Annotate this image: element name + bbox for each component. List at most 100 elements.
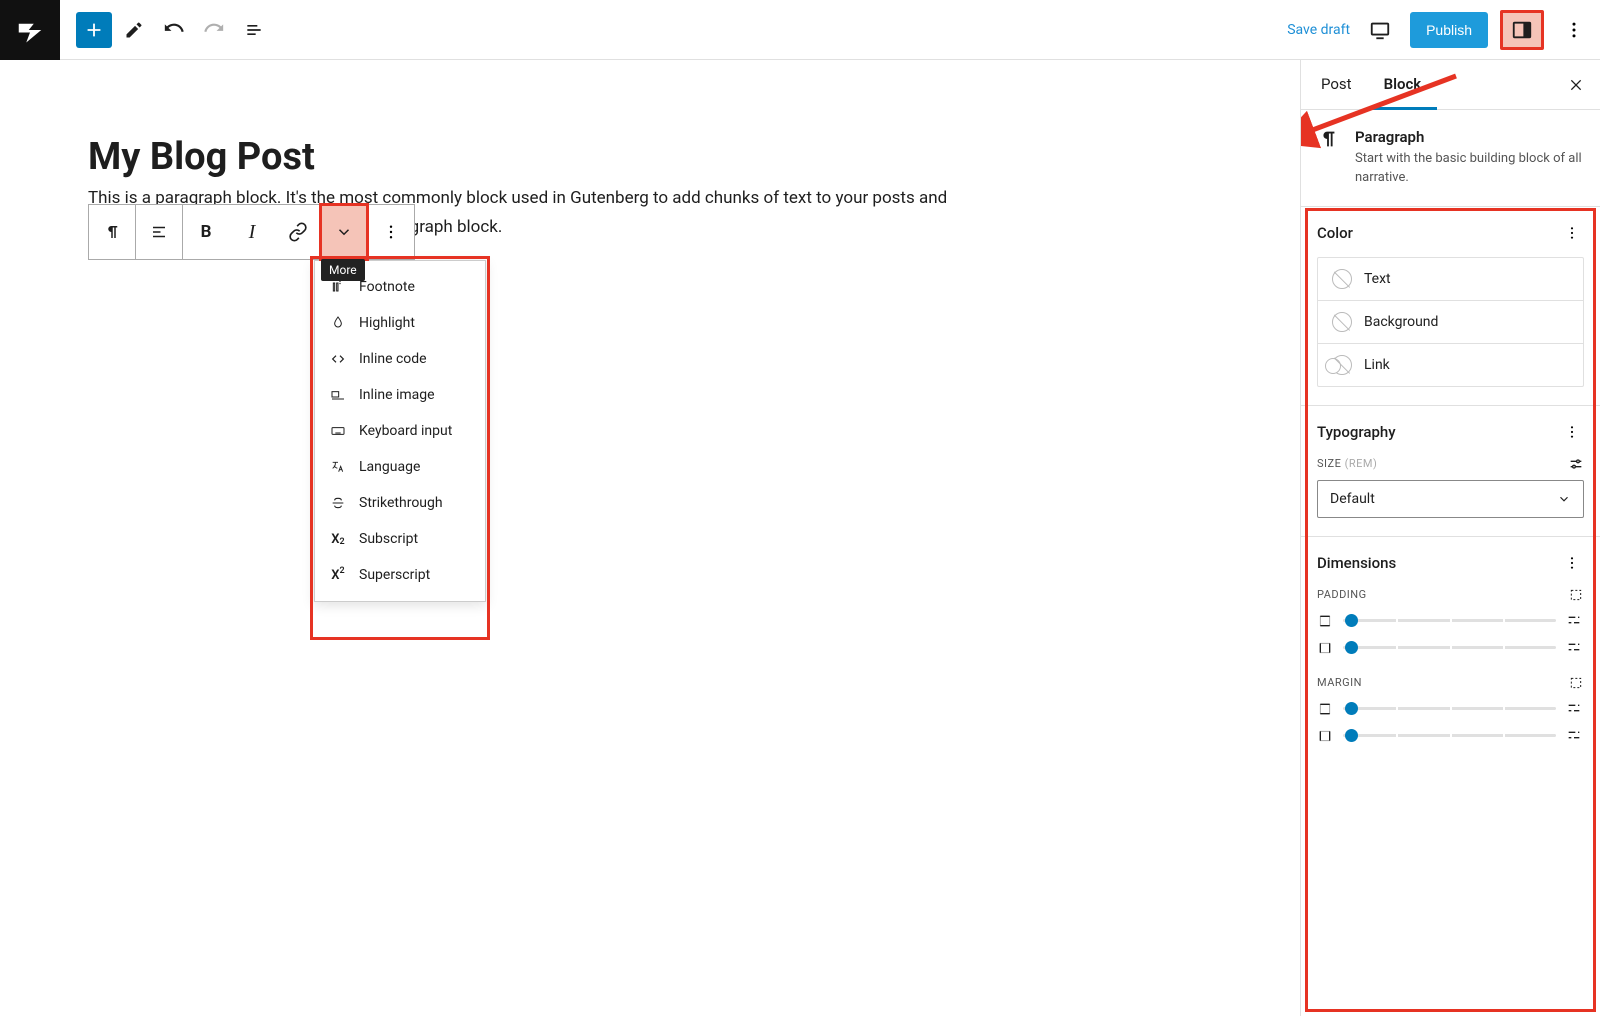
padding-vertical-slider[interactable]: [1343, 614, 1556, 628]
color-row-link[interactable]: Link: [1318, 344, 1583, 386]
pencil-icon: [124, 20, 144, 40]
menu-item-keyboard-input[interactable]: Keyboard input: [315, 413, 485, 449]
panel-color: Color Text Background: [1301, 206, 1600, 405]
settings-sidebar: Post Block Paragraph Start with the basi…: [1300, 60, 1600, 1016]
edit-mode-button[interactable]: [116, 12, 152, 48]
save-draft-link[interactable]: Save draft: [1287, 22, 1350, 38]
set-custom-button[interactable]: [1566, 727, 1584, 745]
subscript-icon: X2: [329, 530, 347, 548]
kebab-icon: [1564, 20, 1584, 40]
redo-button[interactable]: [196, 12, 232, 48]
padding-label: PADDING: [1317, 588, 1367, 601]
chevron-down-icon: [335, 223, 353, 241]
code-icon: [329, 350, 347, 368]
padding-horizontal-slider[interactable]: [1343, 641, 1556, 655]
close-sidebar-button[interactable]: [1556, 77, 1596, 93]
menu-item-label: Keyboard input: [359, 423, 452, 439]
block-description: Start with the basic building block of a…: [1355, 150, 1584, 188]
menu-item-label: Language: [359, 459, 420, 475]
color-row-background[interactable]: Background: [1318, 301, 1583, 344]
menu-item-highlight[interactable]: Highlight: [315, 305, 485, 341]
menu-item-language[interactable]: Language: [315, 449, 485, 485]
panel-typography: Typography SIZE (REM) Default: [1301, 405, 1600, 536]
site-logo[interactable]: [0, 0, 60, 60]
margin-vertical-row: [1317, 700, 1584, 718]
color-row-text[interactable]: Text: [1318, 258, 1583, 301]
publish-button[interactable]: Publish: [1410, 12, 1488, 48]
top-toolbar: Save draft Publish: [0, 0, 1600, 60]
plus-icon: [83, 19, 105, 41]
dimensions-options-button[interactable]: [1560, 551, 1584, 575]
menu-item-label: Superscript: [359, 567, 430, 583]
chevron-down-icon: [1557, 492, 1571, 506]
italic-button[interactable]: I: [229, 205, 275, 259]
preview-button[interactable]: [1362, 12, 1398, 48]
set-custom-button[interactable]: [1566, 612, 1584, 630]
align-icon: [150, 223, 168, 241]
font-size-select[interactable]: Default: [1317, 480, 1584, 518]
add-block-button[interactable]: [76, 12, 112, 48]
set-custom-button[interactable]: [1566, 700, 1584, 718]
tab-block[interactable]: Block: [1368, 61, 1438, 110]
color-options-button[interactable]: [1560, 221, 1584, 245]
sliders-icon: [1568, 456, 1584, 472]
panel-title: Typography: [1317, 423, 1396, 441]
tab-post[interactable]: Post: [1305, 61, 1368, 110]
sidebar-panels: Paragraph Start with the basic building …: [1301, 110, 1600, 1016]
menu-item-inline-code[interactable]: Inline code: [315, 341, 485, 377]
menu-item-superscript[interactable]: X2 Superscript: [315, 557, 485, 593]
swatch-empty-icon: [1332, 312, 1352, 332]
paragraph-icon: [103, 223, 121, 241]
horizontal-sides-icon: [1317, 728, 1333, 744]
unlink-sides-button[interactable]: [1568, 587, 1584, 603]
more-options-button[interactable]: [1556, 12, 1592, 48]
list-icon: [244, 20, 264, 40]
set-custom-button[interactable]: [1566, 639, 1584, 657]
horizontal-sides-icon: [1317, 640, 1333, 656]
block-type-button[interactable]: [89, 205, 135, 259]
custom-size-button[interactable]: [1568, 456, 1584, 472]
block-summary: Paragraph Start with the basic building …: [1301, 110, 1600, 206]
align-button[interactable]: [136, 205, 182, 259]
bold-button[interactable]: B: [183, 205, 229, 259]
margin-group: MARGIN: [1317, 675, 1584, 745]
link-icon: [288, 222, 308, 242]
menu-item-label: Subscript: [359, 531, 418, 547]
kebab-icon: [382, 223, 400, 241]
menu-item-inline-image[interactable]: Inline image: [315, 377, 485, 413]
color-row-label: Link: [1364, 357, 1390, 373]
topbar-right: Save draft Publish: [1287, 10, 1592, 50]
editor-canvas: My Blog Post This is a paragraph block. …: [0, 60, 1300, 1016]
margin-vertical-slider[interactable]: [1343, 702, 1556, 716]
typography-options-button[interactable]: [1560, 420, 1584, 444]
more-tooltip: More: [321, 259, 365, 281]
document-overview-button[interactable]: [236, 12, 272, 48]
menu-item-subscript[interactable]: X2 Subscript: [315, 521, 485, 557]
panel-title: Color: [1317, 224, 1353, 242]
more-rich-text-button[interactable]: More: [321, 205, 367, 259]
sidebar-tabs: Post Block: [1301, 60, 1600, 110]
paragraph-icon: [1317, 128, 1339, 150]
menu-item-label: Footnote: [359, 279, 415, 295]
unlink-sides-button[interactable]: [1568, 675, 1584, 691]
settings-panel-button[interactable]: [1500, 10, 1544, 50]
sliders-icon: [1566, 727, 1582, 743]
vertical-sides-icon: [1317, 701, 1333, 717]
padding-group: PADDING: [1317, 587, 1584, 657]
vertical-sides-icon: [1317, 613, 1333, 629]
keyboard-icon: [329, 422, 347, 440]
size-label: SIZE (REM): [1317, 456, 1584, 472]
kebab-icon: [1564, 424, 1580, 440]
undo-button[interactable]: [156, 12, 192, 48]
link-button[interactable]: [275, 205, 321, 259]
margin-horizontal-row: [1317, 727, 1584, 745]
panel-dimensions: Dimensions PADDING: [1301, 536, 1600, 760]
post-title[interactable]: My Blog Post: [88, 138, 1240, 178]
block-options-button[interactable]: [368, 205, 414, 259]
margin-horizontal-slider[interactable]: [1343, 729, 1556, 743]
strikethrough-icon: [329, 494, 347, 512]
inline-image-icon: [329, 386, 347, 404]
panel-title: Dimensions: [1317, 554, 1396, 572]
sliders-icon: [1566, 612, 1582, 628]
menu-item-strikethrough[interactable]: Strikethrough: [315, 485, 485, 521]
